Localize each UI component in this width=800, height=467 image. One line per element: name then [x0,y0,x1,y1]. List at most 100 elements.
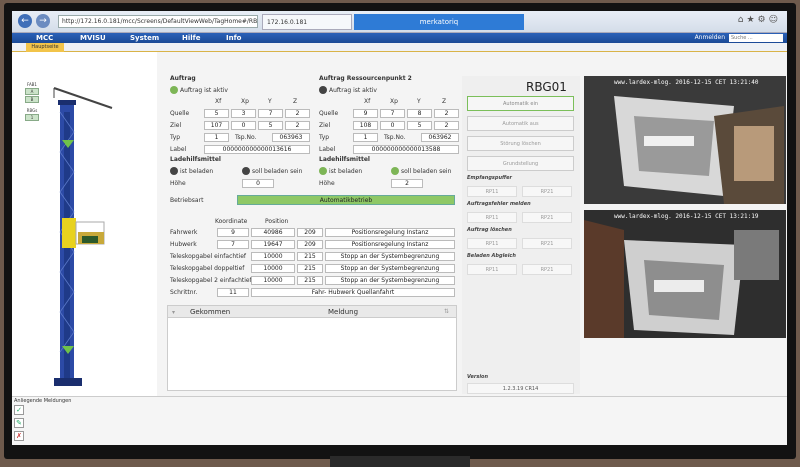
fehler-rp11-button[interactable]: RP11 [467,212,517,223]
axis-row-1-pos: 19647 [251,240,295,249]
address-bar[interactable]: http://172.16.0.181/mcc/Screens/DefaultV… [58,15,258,28]
message-table[interactable]: ▾ Gekommen Meldung ⇅ [167,305,457,391]
auftragsfehler-label: Auftragsfehler melden [467,201,531,207]
auftrag2-typ: 1 [353,133,378,142]
login-link[interactable]: Anmelden [695,33,725,43]
menu-hilfe[interactable]: Hilfe [182,33,200,43]
empfang-rp21-button[interactable]: RP21 [522,186,572,197]
auftrag2-typ-label: Typ [319,134,330,141]
browser-tab-inactive[interactable]: 172.16.0.181 [262,14,352,30]
sort-icon[interactable]: ⇅ [444,308,449,315]
camera-feed-2[interactable]: www.lardex-mlog. 2016-12-15 CET 13:21:19 [584,210,786,338]
automatik-ein-button[interactable]: Automatik ein [467,96,574,111]
axis-row-1-status: Positionsregelung Instanz [325,240,455,249]
automatik-aus-button[interactable]: Automatik aus [467,116,574,131]
browser-toolbar-icons[interactable]: ⌂★⚙☺ [738,15,781,25]
main-content: Auftrag Auftrag ist aktiv Xf Xp Y Z Quel… [157,52,787,396]
auftrag-loeschen-label: Auftrag löschen [467,227,512,233]
auftrag-quelle-xp: 3 [231,109,256,118]
menu-system[interactable]: System [130,33,159,43]
lhm1-ist-indicator [170,167,178,175]
auftrag2-quelle-y: 8 [407,109,432,118]
empfang-rp11-button[interactable]: RP11 [467,186,517,197]
back-icon[interactable]: ← [18,14,32,28]
auftrag-title: Auftrag [170,75,196,82]
axis-row-0-code: 209 [297,228,323,237]
lhm2-soll-indicator [391,167,399,175]
beladen-abgleich-label: Beladen Abgleich [467,253,516,259]
auftrag2-tsp-label: Tsp.No. [384,134,406,141]
auftrag2-col-y: Y [417,98,421,105]
menu-mvisu[interactable]: MVISU [80,33,106,43]
menu-info[interactable]: Info [226,33,241,43]
version-value: 1.2.3.19 CR14 [467,383,574,394]
browser-toolbar: ← → http://172.16.0.181/mcc/Screens/Defa… [12,11,787,33]
axis-row-0-name: Fahrwerk [170,229,198,236]
edit-icon[interactable]: ✎ [14,418,24,428]
betriebsart-label: Betriebsart [170,197,204,204]
auftrag2-ziel-label: Ziel [319,122,331,129]
axis-row-2-status: Stopp an der Systembegrenzung [325,252,455,261]
axis-row-3-code: 215 [297,264,323,273]
version-label: Version [467,374,489,380]
axis-row-2-name: Teleskopgabel einfachtief [170,253,246,260]
auftrag2-label: 000000000000013588 [353,145,459,154]
axis-row-3-koord: 10000 [251,264,295,273]
camera-1-timestamp: www.lardex-mlog. 2016-12-15 CET 13:21:40 [614,79,759,86]
axis-row-4-code: 215 [297,276,323,285]
axis-row-1-name: Hubwerk [170,241,197,248]
auftrag-label-label: Label [170,146,187,153]
stoerung-loeschen-button[interactable]: Störung löschen [467,136,574,151]
menu-mcc[interactable]: MCC [36,33,53,43]
filter-icon[interactable]: ▾ [172,309,175,316]
camera-2-timestamp: www.lardex-mlog. 2016-12-15 CET 13:21:19 [614,213,759,220]
grundstellung-button[interactable]: Grundstellung [467,156,574,171]
auftrag-col-xf: Xf [215,98,222,105]
stacker-crane-illustration[interactable] [12,52,157,396]
auftrag2-col-xp: Xp [390,98,398,105]
col-meldung[interactable]: Meldung [328,308,358,316]
auftrag2-quelle-xf: 9 [353,109,378,118]
close-icon[interactable]: ✗ [14,431,24,441]
auftrag2-ziel-xp: 0 [380,121,405,130]
axes-col-koordinate: Koordinate [215,218,248,225]
loeschen-rp11-button[interactable]: RP11 [467,238,517,249]
device-operations-panel: RBG01 Automatik ein Automatik aus Störun… [462,76,580,394]
lhm1-soll-indicator [242,167,250,175]
browser-tab-active[interactable]: merkatoriq [354,14,524,30]
auftrag-typ: 1 [204,133,229,142]
lhm2-hoehe-label: Höhe [319,180,335,187]
camera-feed-1[interactable]: www.lardex-mlog. 2016-12-15 CET 13:21:40 [584,76,786,204]
auftrag-label: 000000000000013616 [204,145,310,154]
tab-hauptseite[interactable]: Hauptseite [26,43,64,52]
auftrag-ziel-xp: 0 [231,121,256,130]
auftrag2-label-label: Label [319,146,336,153]
check-icon[interactable]: ✓ [14,405,24,415]
screen: ← → http://172.16.0.181/mcc/Screens/Defa… [12,11,787,445]
auftrag2-ziel-xf: 108 [353,121,378,130]
auftrag2-ziel-y: 5 [407,121,432,130]
auftrag-ziel-label: Ziel [170,122,182,129]
axis-row-1-koord: 7 [217,240,249,249]
abgleich-rp11-button[interactable]: RP11 [467,264,517,275]
auftrag-typ-label: Typ [170,134,181,141]
schritt-text: Fahr- Hubwerk Quellanfahrt [251,288,455,297]
auftrag2-ziel-z: 2 [434,121,459,130]
pending-messages-title: Anliegende Meldungen [14,398,72,404]
pending-messages-panel: Anliegende Meldungen ✓ ✎ ✗ [12,396,787,445]
axis-row-4-name: Teleskopgabel 2 einfachtief [170,277,252,284]
auftrag-ziel-y: 5 [258,121,283,130]
auftrag-status-indicator [170,86,178,94]
search-input[interactable]: Suche ... [729,34,783,42]
auftrag-ziel-z: 2 [285,121,310,130]
loeschen-rp21-button[interactable]: RP21 [522,238,572,249]
abgleich-rp21-button[interactable]: RP21 [522,264,572,275]
fehler-rp21-button[interactable]: RP21 [522,212,572,223]
forward-icon[interactable]: → [36,14,50,28]
col-gekommen[interactable]: Gekommen [190,308,230,316]
axis-row-4-status: Stopp an der Systembegrenzung [325,276,455,285]
auftrag2-quelle-xp: 7 [380,109,405,118]
betriebsart-value: Automatikbetrieb [237,195,455,205]
auftrag-col-z: Z [293,98,298,105]
auftrag-quelle-xf: 5 [204,109,229,118]
